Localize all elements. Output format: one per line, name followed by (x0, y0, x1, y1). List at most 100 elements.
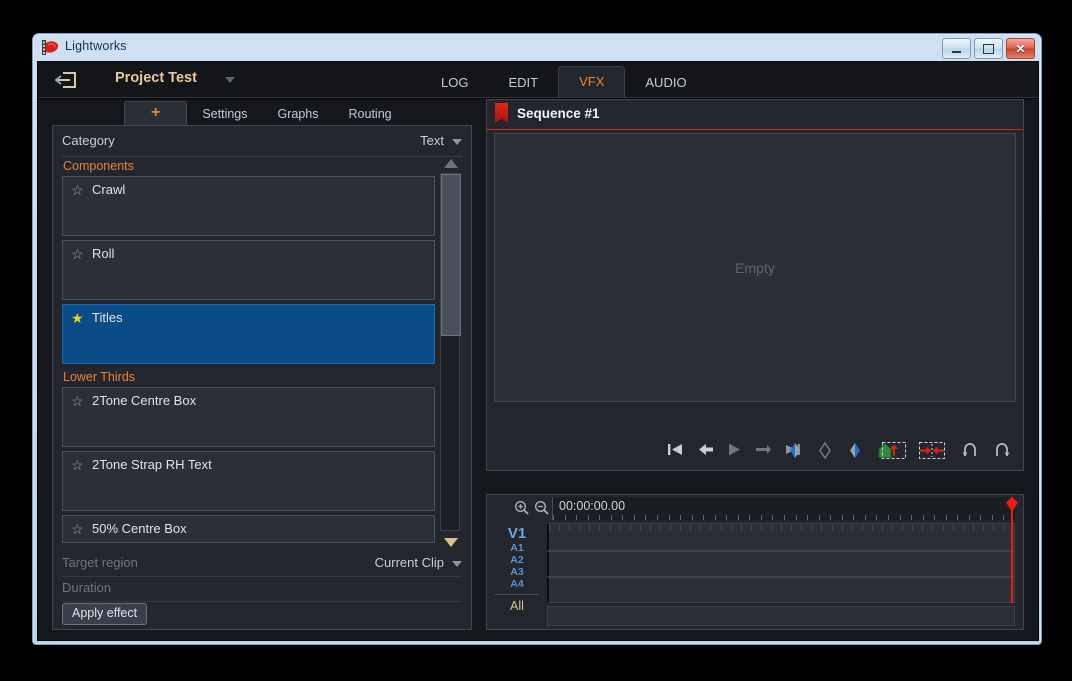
track-label-a4[interactable]: A4 (487, 578, 547, 590)
track-label-all[interactable]: All (487, 599, 547, 613)
topbar-divider (38, 97, 1038, 98)
track-lane-audio-1[interactable] (547, 551, 1015, 577)
chevron-down-icon[interactable] (225, 77, 235, 83)
step-forward-icon[interactable] (755, 442, 772, 457)
scrollbar-thumb[interactable] (441, 174, 461, 337)
track-tick (831, 525, 833, 530)
tab-routing[interactable]: Routing (334, 103, 407, 125)
ruler-tick (599, 515, 601, 520)
track-tick (1003, 525, 1005, 530)
track-tick (851, 525, 853, 530)
minimize-button[interactable] (942, 38, 971, 59)
track-label-a2[interactable]: A2 (487, 554, 547, 566)
track-label-a1[interactable]: A1 (487, 542, 547, 554)
ruler-tick (830, 515, 832, 520)
mark-out-icon[interactable] (847, 442, 863, 459)
list-item[interactable]: ☆ Crawl (62, 176, 435, 236)
ruler-tick (899, 515, 901, 520)
ruler-tick (772, 515, 774, 520)
ruler-tick (784, 515, 785, 520)
close-button[interactable]: ✕ (1006, 38, 1035, 59)
tab-edit[interactable]: EDIT (488, 68, 558, 98)
ruler-tick (922, 515, 924, 520)
apply-effect-button[interactable]: Apply effect (62, 603, 148, 625)
list-item[interactable]: ☆ Roll (62, 240, 435, 300)
ruler-tick (968, 515, 970, 520)
tab-log[interactable]: LOG (421, 68, 488, 98)
star-outline-icon[interactable]: ☆ (71, 394, 84, 408)
tab-graphs[interactable]: Graphs (263, 103, 334, 125)
ruler-tick (887, 515, 889, 520)
track-lane-audio-2[interactable] (547, 577, 1015, 603)
insert-edit-icon[interactable] (882, 442, 906, 459)
undo-icon[interactable] (961, 442, 979, 458)
list-item-label: 50% Centre Box (92, 521, 187, 536)
star-outline-icon[interactable]: ☆ (71, 458, 84, 472)
track-tick (922, 525, 924, 530)
exit-project-icon[interactable] (52, 69, 82, 91)
category-value[interactable]: Text (420, 133, 444, 148)
list-item[interactable]: ☆ 2Tone Strap RH Text (62, 451, 435, 511)
track-ticks (549, 525, 1014, 530)
ruler-tick (726, 515, 728, 520)
tab-vfx[interactable]: VFX (558, 66, 626, 98)
effects-list-scrollbar[interactable] (438, 157, 462, 549)
track-tick (770, 525, 772, 530)
star-outline-icon[interactable]: ☆ (71, 522, 84, 536)
track-tick (649, 525, 651, 530)
track-tick (750, 525, 752, 530)
track-tick (589, 525, 591, 530)
target-region-value[interactable]: Current Clip (375, 555, 444, 570)
play-icon[interactable] (727, 442, 742, 457)
scrollbar-track[interactable] (440, 173, 461, 531)
track-lane-video[interactable] (547, 523, 1015, 551)
scroll-up-arrow-icon[interactable] (444, 159, 458, 168)
tab-audio[interactable]: AUDIO (625, 68, 706, 98)
timeline-ruler[interactable]: 00:00:00.00 (552, 497, 1015, 520)
chevron-down-icon[interactable] (452, 561, 462, 567)
list-item[interactable]: ★ Titles (62, 304, 435, 364)
track-tick (972, 525, 974, 530)
close-icon: ✕ (1015, 41, 1026, 56)
main-content: + Settings Graphs Routing Category Text … (38, 99, 1038, 640)
tab-settings[interactable]: Settings (187, 103, 262, 125)
playhead-marker[interactable] (1006, 497, 1018, 603)
track-label-v1[interactable]: V1 (487, 525, 547, 542)
list-item[interactable]: ☆ 2Tone Centre Box (62, 387, 435, 447)
mark-in-icon[interactable] (787, 442, 803, 459)
undo-redo-controls (961, 442, 1011, 458)
track-tick (629, 525, 631, 530)
window-titlebar[interactable]: Lightworks ✕ (33, 34, 1041, 62)
project-name[interactable]: Project Test (115, 70, 197, 86)
maximize-button[interactable] (974, 38, 1003, 59)
skip-to-start-icon[interactable] (667, 442, 684, 457)
star-outline-icon[interactable]: ☆ (71, 183, 84, 197)
star-filled-icon[interactable]: ★ (71, 311, 84, 325)
ruler-tick (980, 515, 982, 520)
track-tick (932, 525, 934, 530)
scroll-down-arrow-icon[interactable] (444, 538, 458, 547)
track-tick (740, 525, 742, 530)
zoom-out-icon[interactable] (534, 500, 549, 515)
effects-list[interactable]: Components ☆ Crawl ☆ Roll ★ Titles Lower… (62, 157, 435, 549)
category-label: Category (62, 133, 115, 148)
zoom-in-icon[interactable] (514, 500, 529, 515)
chevron-down-icon[interactable] (452, 139, 462, 145)
track-tick (710, 525, 712, 530)
list-item[interactable]: ☆ 50% Centre Box (62, 515, 435, 543)
ruler-tick (645, 515, 647, 520)
step-back-icon[interactable] (697, 442, 714, 457)
tab-add-effect[interactable]: + (124, 101, 188, 125)
track-tick (639, 525, 641, 530)
track-lane-all[interactable] (547, 606, 1015, 626)
track-label-a3[interactable]: A3 (487, 566, 547, 578)
mark-clear-icon[interactable] (817, 442, 833, 459)
video-preview[interactable]: Empty (494, 133, 1016, 402)
timecode-display[interactable]: 00:00:00.00 (559, 499, 625, 513)
track-tick (569, 525, 571, 530)
redo-icon[interactable] (993, 442, 1011, 458)
star-outline-icon[interactable]: ☆ (71, 247, 84, 261)
track-tick (700, 525, 702, 530)
replace-edit-icon[interactable] (919, 442, 945, 459)
ruler-tick (749, 515, 751, 520)
